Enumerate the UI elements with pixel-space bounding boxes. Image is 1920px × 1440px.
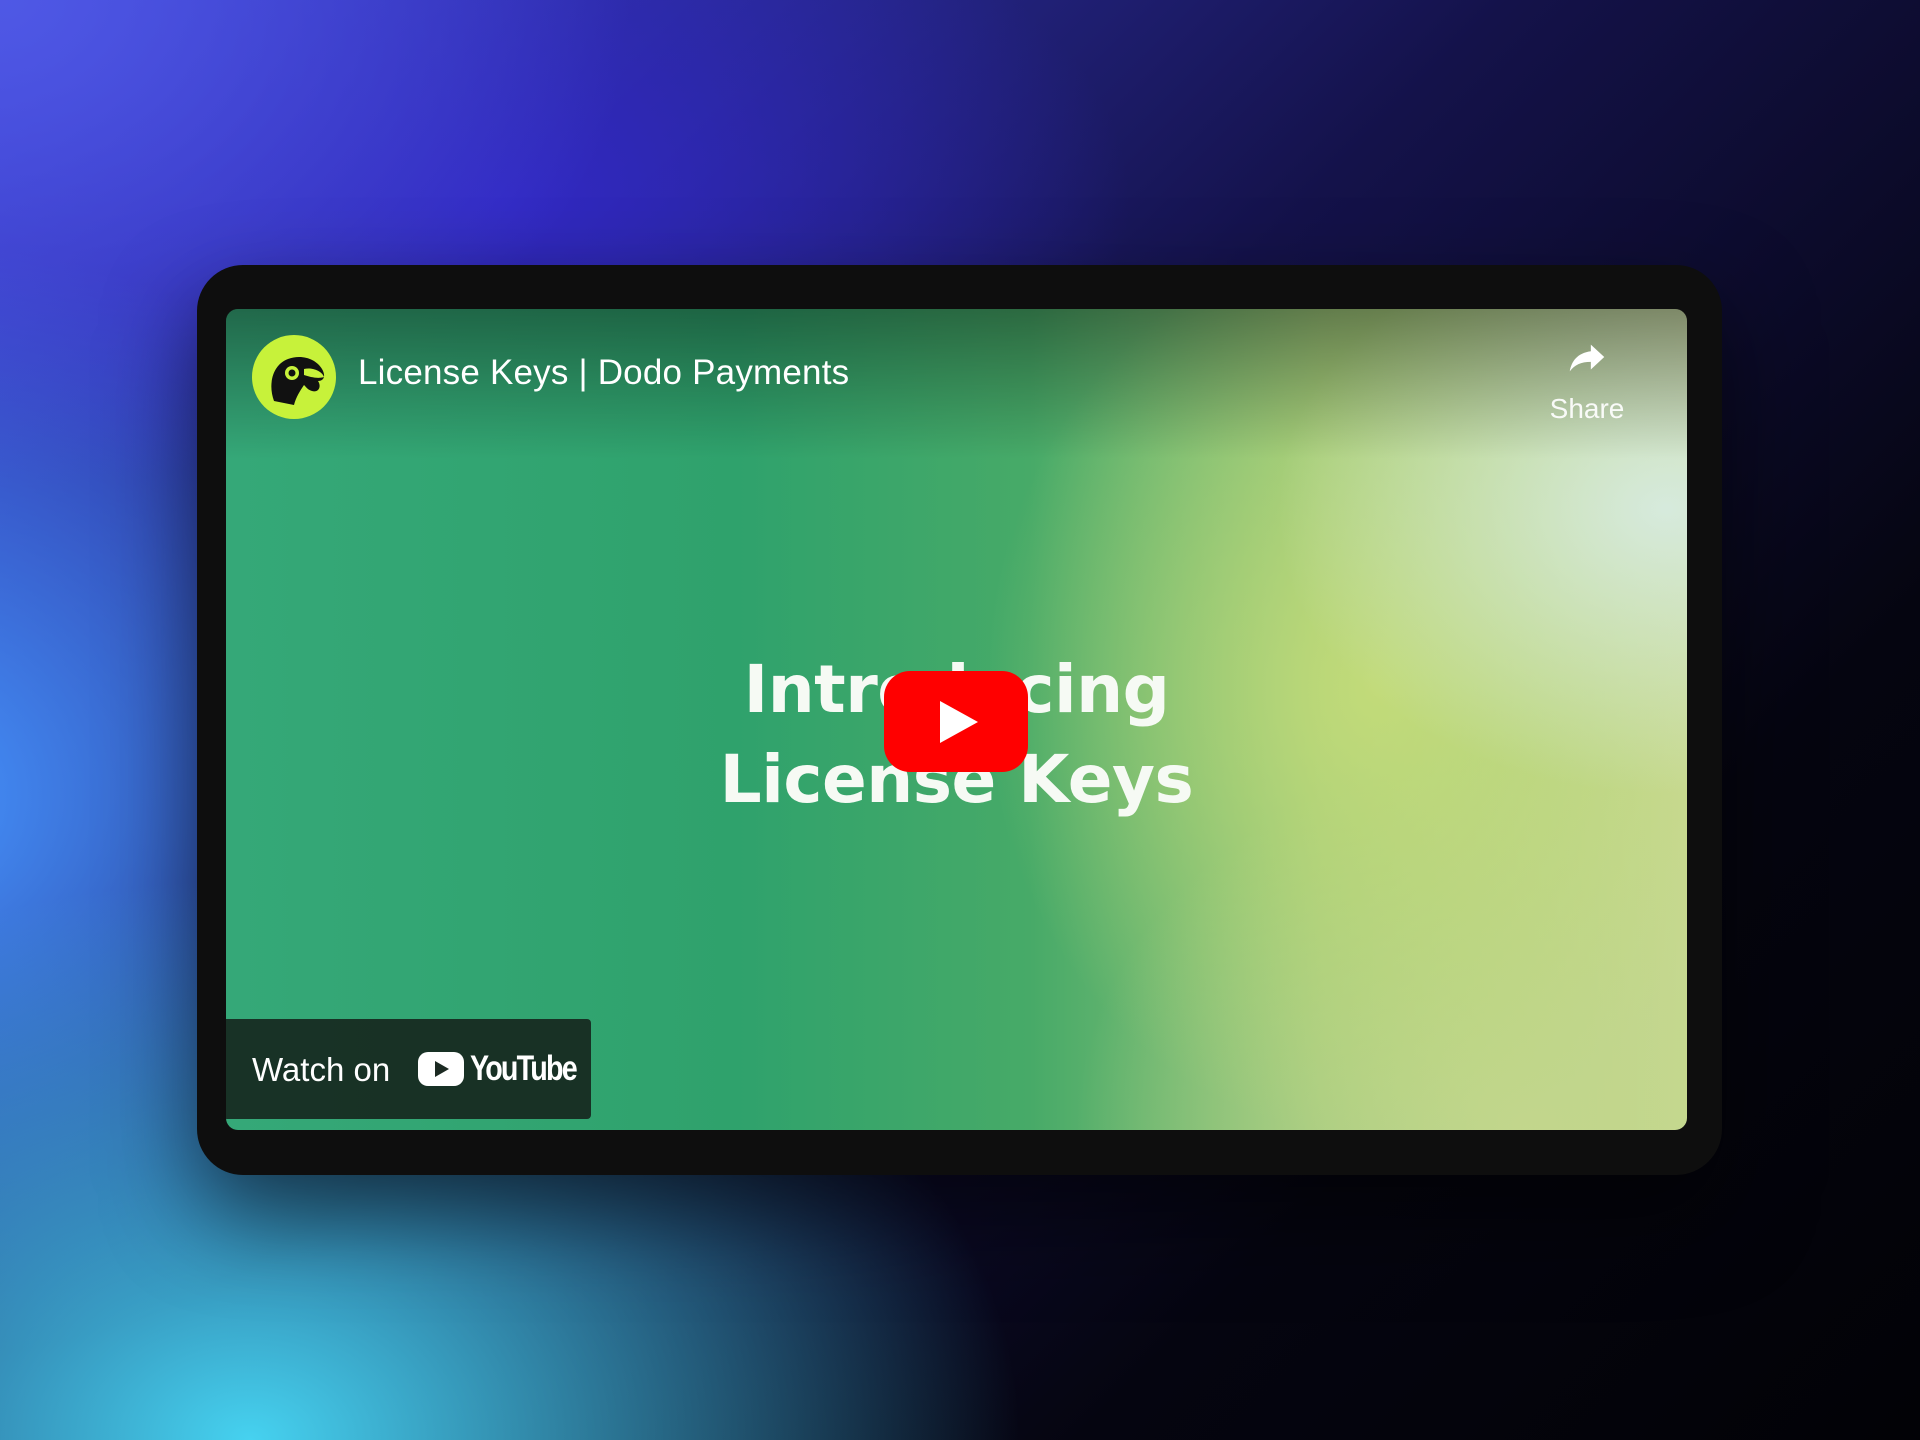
share-arrow-icon (1569, 344, 1605, 372)
video-title[interactable]: License Keys | Dodo Payments (358, 353, 849, 393)
youtube-logo-icon (418, 1052, 464, 1086)
play-button[interactable] (884, 671, 1028, 772)
dodo-bird-logo-icon (271, 357, 325, 405)
share-button[interactable]: Share (1537, 335, 1637, 435)
device-frame: License Keys | Dodo Payments Share Intro… (197, 265, 1722, 1175)
play-icon (940, 701, 978, 743)
watch-on-youtube-button[interactable]: Watch on YouTube (226, 1019, 591, 1119)
share-label: Share (1549, 393, 1625, 424)
channel-avatar[interactable] (252, 335, 336, 419)
watch-on-label: Watch on (252, 1051, 391, 1088)
youtube-wordmark: YouTube (470, 1049, 578, 1088)
youtube-embed-player[interactable]: License Keys | Dodo Payments Share Intro… (226, 309, 1687, 1130)
